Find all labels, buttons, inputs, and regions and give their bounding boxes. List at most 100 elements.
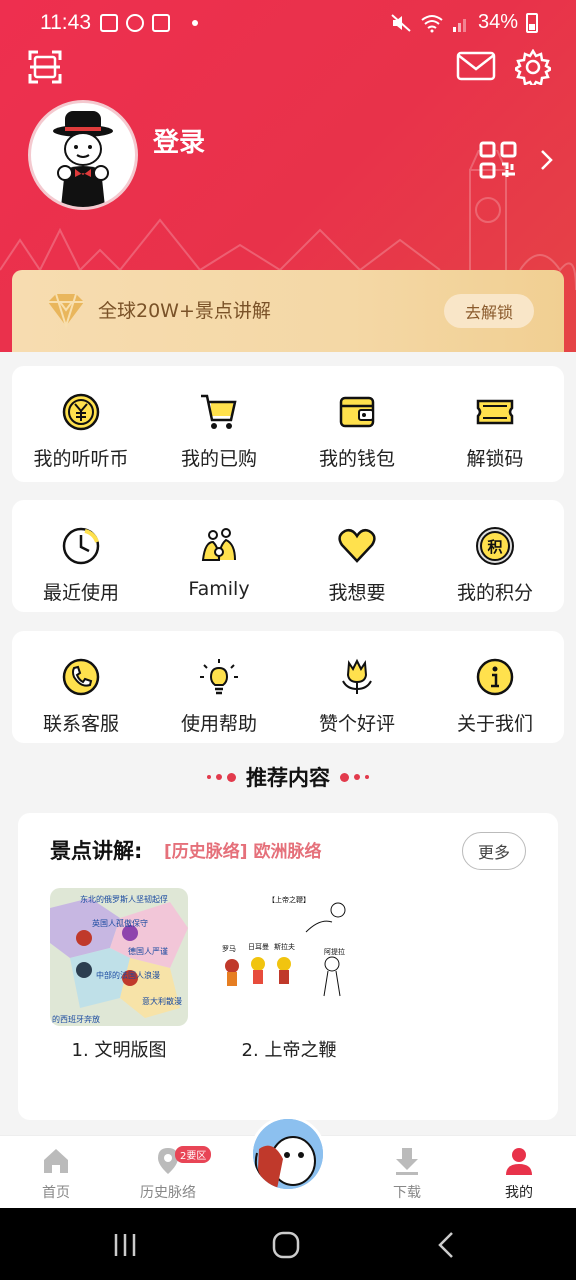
grid-label: 我想要 (328, 582, 386, 604)
map-label: 德国人严谨 (128, 946, 168, 956)
map-label: 中部的法国人浪漫 (96, 970, 160, 980)
wallet-icon (339, 396, 375, 428)
bulb-icon (200, 659, 238, 695)
grid-item-unlock-code[interactable]: 解锁码 (426, 366, 564, 482)
grid-item-purchased[interactable]: 我的已购 (150, 366, 288, 482)
player-mascot-icon (253, 1119, 323, 1189)
more-notifications-icon (192, 20, 198, 26)
recommend-card: 景点讲解: [历史脉络] 欧洲脉络 更多 东北的俄罗斯人坚韧起俘 英国人孤傲保守… (18, 813, 558, 1120)
nav-history[interactable]: 2要区 历史脉络 (123, 1136, 213, 1209)
recommend-item-title: 2. 上帝之鞭 (241, 1040, 337, 1061)
vip-text: 全球20W+景点讲解 (98, 300, 271, 322)
grid-item-wishlist[interactable]: 我想要 (288, 500, 426, 612)
vip-banner[interactable]: 全球20W+景点讲解 去解锁 (12, 270, 564, 352)
signal-icon (452, 18, 466, 32)
login-link[interactable]: 登录 (153, 122, 205, 159)
recommend-item[interactable]: 【上帝之鞭】 罗马 日耳曼 斯拉夫 阿提拉 2. 上帝之鞭 (220, 888, 360, 1062)
grid-item-coins[interactable]: 我的听听币 (12, 366, 150, 482)
map-label: 意大利散漫 (142, 996, 182, 1006)
grid-label: 我的已购 (180, 448, 257, 470)
recommend-label: 景点讲解: (50, 839, 143, 863)
thumb-label: 斯拉夫 (274, 942, 295, 951)
grid-label: 关于我们 (456, 713, 533, 735)
nav-home[interactable]: 首页 (11, 1136, 101, 1209)
dots-decoration-left (207, 772, 236, 782)
back-icon[interactable] (432, 1230, 462, 1260)
points-icon: 积 (476, 527, 514, 565)
grid-label: 使用帮助 (180, 713, 257, 735)
app-notification-icon (126, 14, 144, 32)
status-bar: 11:43 34% (0, 0, 576, 48)
info-icon (476, 658, 514, 696)
qrcode-icon[interactable] (478, 140, 518, 180)
grid-label: Family (188, 578, 250, 600)
thumbnail-map: 东北的俄罗斯人坚韧起俘 英国人孤傲保守 德国人严谨 中部的法国人浪漫 意大利散漫… (50, 888, 188, 1026)
chevron-right-icon[interactable] (536, 148, 556, 172)
ticket-icon (476, 399, 514, 425)
more-button[interactable]: 更多 (462, 832, 526, 870)
nav-label: 下载 (393, 1185, 421, 1201)
grid-item-help[interactable]: 使用帮助 (150, 631, 288, 743)
recent-apps-icon[interactable] (110, 1230, 140, 1260)
recommend-item-title: 1. 文明版图 (71, 1040, 167, 1061)
points-glyph: 积 (487, 538, 502, 556)
grid-label: 最近使用 (42, 582, 119, 604)
map-label: 东北的俄罗斯人坚韧起俘 (80, 894, 168, 904)
check-icon (152, 14, 170, 32)
nav-download[interactable]: 下载 (362, 1136, 452, 1209)
grid-label: 联系客服 (42, 713, 119, 735)
system-navigation-bar (0, 1208, 576, 1280)
grid-label: 我的积分 (456, 582, 533, 604)
grid-item-points[interactable]: 积 我的积分 (426, 500, 564, 612)
home-button-icon[interactable] (271, 1230, 301, 1260)
phone-icon (62, 658, 100, 696)
flower-icon (342, 658, 372, 694)
gear-icon[interactable] (514, 48, 552, 86)
grid-item-about[interactable]: 关于我们 (426, 631, 564, 743)
heart-icon (338, 528, 376, 563)
nav-label: 历史脉络 (140, 1185, 196, 1201)
battery-percent: 34% (477, 11, 518, 33)
notification-icons (100, 14, 198, 32)
grid-item-rate[interactable]: 赞个好评 (288, 631, 426, 743)
thumb-label: 日耳曼 (248, 943, 269, 951)
wifi-icon (421, 14, 443, 32)
thumb-label: 阿提拉 (324, 947, 345, 956)
support-grid: 联系客服 使用帮助 赞个好评 关于我们 (12, 631, 564, 743)
recommend-item[interactable]: 东北的俄罗斯人坚韧起俘 英国人孤傲保守 德国人严谨 中部的法国人浪漫 意大利散漫… (50, 888, 190, 1062)
avatar[interactable] (28, 100, 138, 210)
nav-label: 我的 (505, 1185, 533, 1201)
grid-label: 我的钱包 (318, 448, 395, 470)
section-header: 推荐内容 (0, 762, 576, 792)
grid-item-recent[interactable]: 最近使用 (12, 500, 150, 612)
scan-icon[interactable] (26, 48, 64, 86)
mail-icon[interactable] (456, 50, 496, 82)
grid-item-wallet[interactable]: 我的钱包 (288, 366, 426, 482)
grid-label: 解锁码 (466, 448, 524, 470)
avatar-cartoon-icon (53, 111, 113, 207)
clock-icon (62, 527, 100, 565)
grid-label: 我的听听币 (33, 448, 129, 470)
grid-item-contact[interactable]: 联系客服 (12, 631, 150, 743)
coin-icon (62, 393, 100, 431)
gallery-icon (100, 14, 118, 32)
grid-item-family[interactable]: Family (150, 500, 288, 612)
status-right: 34% (390, 11, 538, 34)
thumb-title: 【上帝之鞭】 (268, 895, 310, 904)
download-icon (396, 1148, 418, 1175)
unlock-button[interactable]: 去解锁 (444, 294, 534, 328)
recommend-tags[interactable]: [历史脉络] 欧洲脉络 (164, 837, 321, 862)
nav-mine[interactable]: 我的 (474, 1136, 564, 1209)
thumb-label: 罗马 (222, 945, 236, 953)
battery-icon (526, 12, 538, 33)
thumbnail-cartoon: 【上帝之鞭】 罗马 日耳曼 斯拉夫 阿提拉 (220, 888, 358, 1026)
account-grid: 我的听听币 我的已购 我的钱包 解锁码 (12, 366, 564, 482)
profile-header: 11:43 34% 登录 全球20W+景点讲解 去解锁 (0, 0, 576, 352)
dots-decoration-right (340, 772, 369, 782)
activity-grid: 最近使用 Family 我想要 积 我的积分 (12, 500, 564, 612)
person-icon (506, 1148, 532, 1175)
status-time: 11:43 (40, 11, 91, 34)
cart-icon (201, 394, 237, 429)
region-badge: 2要区 (175, 1146, 212, 1163)
player-button[interactable] (250, 1116, 326, 1192)
